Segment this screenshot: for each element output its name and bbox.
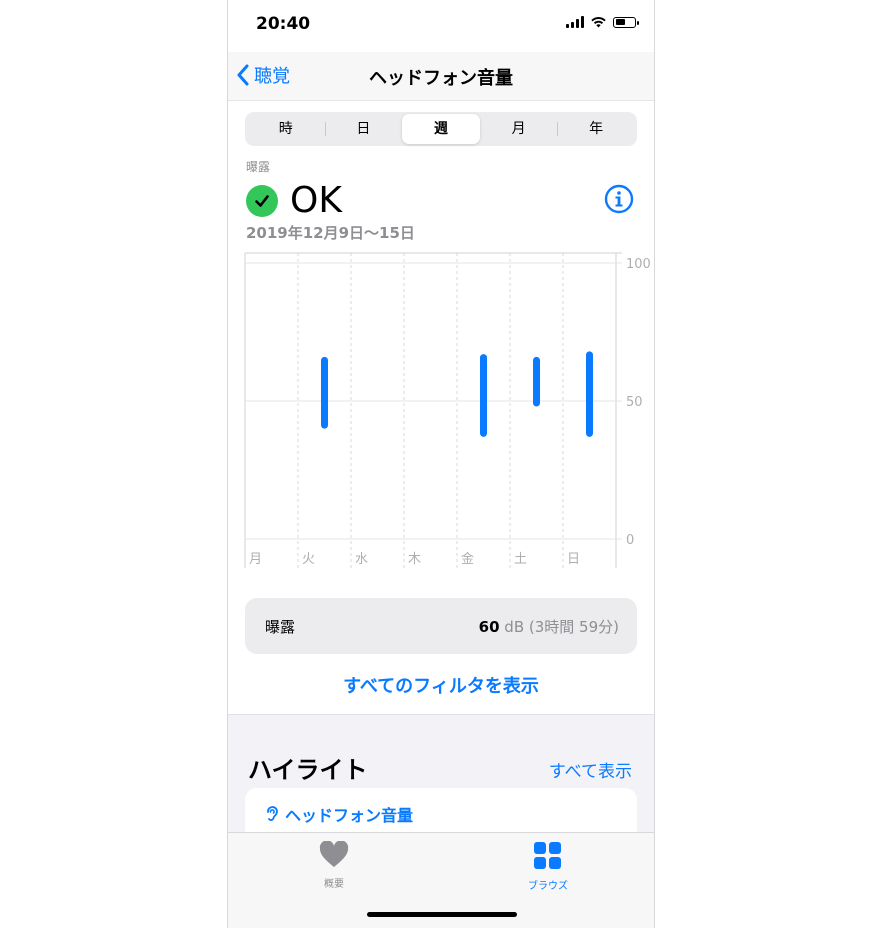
status-icons [566, 16, 639, 28]
segment-month[interactable]: 月 [480, 114, 558, 144]
exposure-status-text: OK [290, 180, 342, 221]
x-tick-label: 日 [567, 552, 580, 567]
show-all-filters-link[interactable]: すべてのフィルタを表示 [228, 672, 654, 698]
heart-icon [319, 840, 349, 867]
tab-browse[interactable]: ブラウズ [508, 841, 588, 892]
tab-browse-label: ブラウズ [528, 881, 568, 892]
range-bar [480, 354, 487, 437]
y-tick-label: 100 [626, 257, 651, 272]
tab-summary[interactable]: 概要 [294, 840, 374, 890]
signal-icon [566, 16, 584, 28]
checkmark-icon [246, 184, 278, 217]
wifi-icon [591, 17, 606, 28]
highlight-card-title: ヘッドフォン音量 [285, 806, 414, 825]
x-tick-label: 火 [302, 552, 315, 567]
grid-icon [534, 842, 561, 869]
highlights-title: ハイライト [248, 756, 368, 784]
x-tick-label: 土 [514, 552, 527, 567]
show-all-highlights-link[interactable]: すべて表示 [549, 757, 632, 782]
exposure-status: OK [246, 180, 342, 221]
summary-unit: dB [504, 618, 525, 636]
range-bar [533, 356, 540, 407]
segment-year[interactable]: 年 [557, 114, 635, 144]
phone-screen: 20:40 聴覚 ヘッドフォン音量 時 日 週 月 年 曝露 OK 2019年1… [227, 0, 655, 928]
highlight-card-label: ヘッドフォン音量 [265, 802, 413, 826]
x-tick-label: 木 [408, 552, 421, 567]
battery-icon [613, 16, 639, 28]
y-tick-label: 0 [626, 533, 634, 548]
info-icon[interactable] [604, 184, 634, 214]
segment-day[interactable]: 日 [324, 114, 403, 144]
exposure-label: 曝露 [246, 160, 271, 174]
exposure-summary-card[interactable]: 曝露 60 dB (3時間 59分) [245, 598, 637, 654]
y-tick-label: 50 [626, 395, 643, 410]
page-title: ヘッドフォン音量 [369, 68, 513, 89]
summary-value: 60 dB (3時間 59分) [479, 616, 619, 637]
summary-label: 曝露 [265, 618, 296, 636]
segment-hour[interactable]: 時 [247, 114, 325, 144]
x-tick-label: 月 [249, 552, 262, 567]
x-tick-label: 金 [461, 551, 474, 567]
status-time: 20:40 [256, 14, 311, 34]
date-range: 2019年12月9日〜15日 [246, 224, 415, 242]
summary-number: 60 [478, 618, 500, 636]
status-bar: 20:40 [228, 0, 654, 52]
segment-week[interactable]: 週 [402, 114, 480, 144]
nav-bar: 聴覚 ヘッドフォン音量 [228, 52, 654, 101]
time-range-segmented-control: 時 日 週 月 年 [245, 112, 637, 146]
summary-duration: (3時間 59分) [528, 618, 619, 636]
range-bar [586, 351, 593, 437]
ear-icon [267, 806, 278, 821]
exposure-chart: 100 50 0 月 火 水 木 金 土 日 [244, 252, 651, 568]
home-indicator [367, 912, 517, 917]
range-bar [321, 356, 328, 429]
x-tick-label: 水 [355, 552, 368, 567]
tab-summary-label: 概要 [324, 879, 344, 890]
